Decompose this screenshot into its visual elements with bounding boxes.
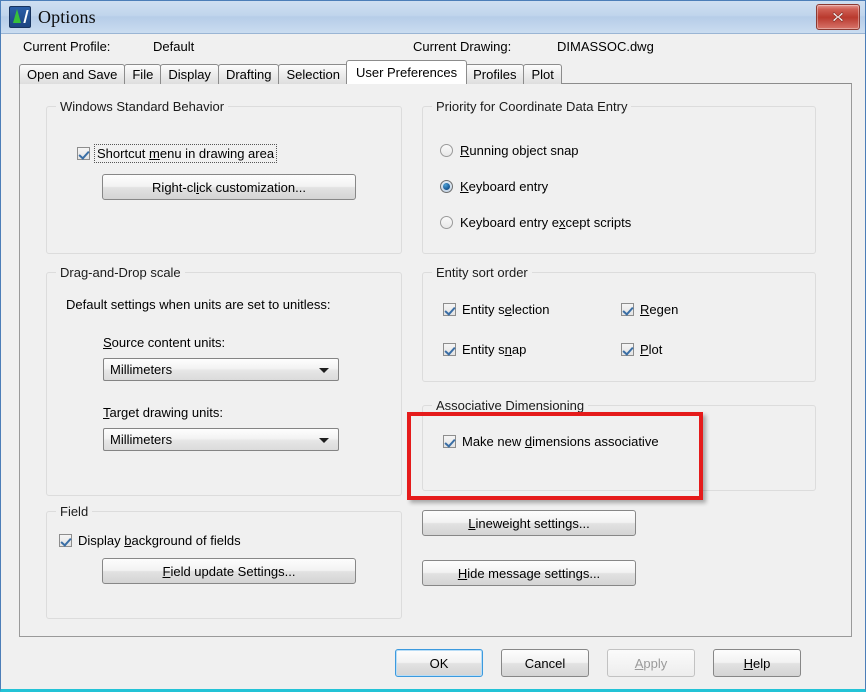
hide-message-settings-button[interactable]: Hide message settings... — [422, 560, 636, 586]
tab-drafting[interactable]: Drafting — [217, 64, 280, 84]
group-title-drag-and-drop-scale: Drag-and-Drop scale — [56, 265, 185, 280]
group-associative-dimensioning: Associative Dimensioning Make new dimens… — [422, 398, 816, 491]
group-windows-standard-behavior: Windows Standard Behavior Shortcut menu … — [46, 99, 402, 254]
checkbox-regen[interactable]: Regen — [621, 302, 678, 317]
chevron-down-icon[interactable] — [319, 367, 329, 373]
tab-strip: Open and Save File Display Drafting Sele… — [1, 60, 865, 84]
checkbox-box[interactable] — [621, 303, 634, 316]
radio-label: Keyboard entry — [460, 179, 549, 194]
button-label: OK — [429, 655, 449, 671]
checkbox-label: Plot — [640, 342, 663, 357]
checkbox-box[interactable] — [621, 343, 634, 356]
button-label: Lineweight settings... — [468, 515, 590, 531]
radio-circle[interactable] — [440, 180, 453, 193]
autocad-icon — [9, 6, 31, 28]
checkbox-shortcut-menu-in-drawing-area[interactable]: Shortcut menu in drawing area — [77, 144, 278, 163]
cancel-button[interactable]: Cancel — [501, 649, 589, 677]
checkbox-label: Regen — [640, 302, 679, 317]
tab-profiles[interactable]: Profiles — [465, 64, 525, 84]
tab-file[interactable]: File — [124, 64, 162, 84]
combo-value: Millimeters — [110, 362, 173, 377]
tab-display[interactable]: Display — [160, 64, 219, 84]
lineweight-settings-button[interactable]: Lineweight settings... — [422, 510, 636, 536]
group-title-windows-standard-behavior: Windows Standard Behavior — [56, 99, 229, 114]
close-icon[interactable] — [816, 4, 860, 30]
tab-plot[interactable]: Plot — [523, 64, 562, 84]
tab-selection[interactable]: Selection — [278, 64, 348, 84]
button-label: Hide message settings... — [457, 565, 601, 581]
help-button[interactable]: Help — [713, 649, 801, 677]
group-title-priority-coordinate-data-entry: Priority for Coordinate Data Entry — [432, 99, 632, 114]
radio-label: Running object snap — [460, 143, 579, 158]
button-label: Help — [743, 655, 771, 671]
dialog-footer: OK Cancel Apply Help — [1, 637, 865, 689]
source-content-units-combo[interactable]: Millimeters — [103, 358, 339, 381]
combo-value: Millimeters — [110, 432, 173, 447]
group-title-field: Field — [56, 504, 93, 519]
current-profile-label: Current Profile: — [23, 39, 111, 54]
tab-open-and-save[interactable]: Open and Save — [19, 64, 126, 84]
ok-button[interactable]: OK — [395, 649, 483, 677]
checkbox-label: Make new dimensions associative — [462, 434, 659, 449]
checkbox-plot[interactable]: Plot — [621, 342, 662, 357]
radio-circle[interactable] — [440, 216, 453, 229]
button-label: Cancel — [524, 655, 566, 671]
current-drawing-label: Current Drawing: — [413, 39, 512, 54]
apply-button: Apply — [607, 649, 695, 677]
checkbox-box[interactable] — [443, 303, 456, 316]
group-entity-sort-order: Entity sort order Entity selection Regen… — [422, 265, 816, 382]
group-priority-coordinate-data-entry: Priority for Coordinate Data Entry Runni… — [422, 99, 816, 254]
checkbox-box[interactable] — [77, 147, 90, 160]
title-bar: Options — [1, 1, 865, 34]
target-drawing-units-combo[interactable]: Millimeters — [103, 428, 339, 451]
radio-circle[interactable] — [440, 144, 453, 157]
radio-label: Keyboard entry except scripts — [460, 215, 632, 230]
group-drag-and-drop-scale: Drag-and-Drop scale Default settings whe… — [46, 265, 402, 496]
checkbox-make-new-dimensions-associative[interactable]: Make new dimensions associative — [443, 434, 659, 449]
button-label: Right-click customization... — [152, 179, 306, 195]
tab-content-panel: Windows Standard Behavior Shortcut menu … — [19, 83, 852, 637]
group-field: Field Display background of fields Field… — [46, 504, 402, 619]
checkbox-label: Shortcut menu in drawing area — [93, 144, 278, 163]
current-profile-value: Default — [153, 39, 195, 54]
tab-user-preferences[interactable]: User Preferences — [345, 60, 468, 84]
checkbox-box[interactable] — [443, 435, 456, 448]
checkbox-label: Display background of fields — [78, 533, 241, 548]
group-title-entity-sort-order: Entity sort order — [432, 265, 532, 280]
right-click-customization-button[interactable]: Right-click customization... — [102, 174, 356, 200]
checkbox-box[interactable] — [443, 343, 456, 356]
chevron-down-icon[interactable] — [319, 437, 329, 443]
radio-keyboard-entry[interactable]: Keyboard entry — [440, 179, 548, 194]
source-content-units-label: Source content units: — [103, 335, 226, 350]
checkbox-box[interactable] — [59, 534, 72, 547]
checkbox-display-background-of-fields[interactable]: Display background of fields — [59, 533, 241, 548]
checkbox-label: Entity snap — [462, 342, 527, 357]
button-label: Field update Settings... — [162, 563, 296, 579]
group-title-associative-dimensioning: Associative Dimensioning — [432, 398, 589, 413]
checkbox-entity-snap[interactable]: Entity snap — [443, 342, 526, 357]
target-drawing-units-label: Target drawing units: — [103, 405, 223, 420]
radio-keyboard-entry-except-scripts[interactable]: Keyboard entry except scripts — [440, 215, 631, 230]
current-drawing-value: DIMASSOC.dwg — [557, 39, 654, 54]
radio-running-object-snap[interactable]: Running object snap — [440, 143, 579, 158]
dialog-header: Current Profile: Default Current Drawing… — [1, 34, 865, 60]
drag-drop-description: Default settings when units are set to u… — [66, 297, 331, 312]
options-dialog: Options Current Profile: Default Current… — [0, 0, 866, 692]
button-label: Apply — [634, 655, 668, 671]
checkbox-label: Entity selection — [462, 302, 550, 317]
window-title: Options — [38, 6, 96, 27]
field-update-settings-button[interactable]: Field update Settings... — [102, 558, 356, 584]
checkbox-entity-selection[interactable]: Entity selection — [443, 302, 549, 317]
